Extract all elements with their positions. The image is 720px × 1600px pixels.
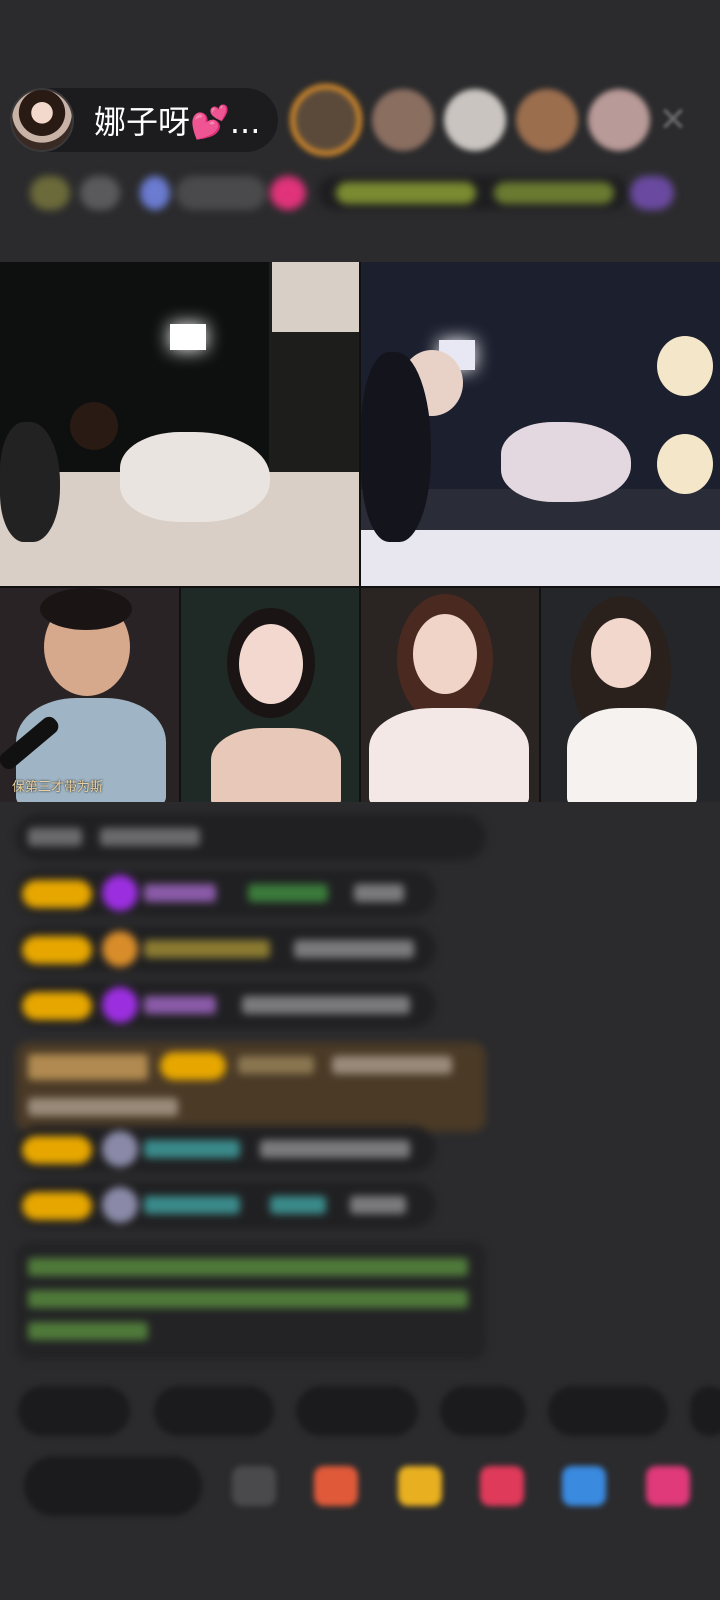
video-tile[interactable]: [541, 588, 720, 802]
quick-replies: [18, 1386, 720, 1436]
close-icon[interactable]: ✕: [655, 102, 691, 138]
gift-icon: [140, 176, 170, 210]
top-bar: 娜子呀💕... ✕: [0, 84, 720, 156]
chat-message: [16, 982, 436, 1028]
video-grid: 保第三才带为斯: [0, 262, 720, 802]
diamond-icon: [102, 987, 138, 1023]
quick-reply-chip[interactable]: [154, 1386, 274, 1436]
comment-input[interactable]: [24, 1456, 202, 1516]
level-badge: [22, 936, 92, 964]
top-viewers: [290, 84, 650, 156]
quick-reply-chip[interactable]: [548, 1386, 668, 1436]
video-tile[interactable]: [181, 588, 359, 802]
chat-message: [16, 870, 436, 916]
chat-message: [16, 814, 486, 860]
chat-list[interactable]: [0, 810, 720, 1360]
rank-text: [176, 176, 266, 210]
tag-text: [494, 182, 614, 204]
avatar: [102, 1187, 138, 1223]
emoji-icon[interactable]: [232, 1466, 276, 1506]
mic-link-icon[interactable]: [562, 1466, 606, 1506]
shop-icon[interactable]: [314, 1466, 358, 1506]
fan-icon: [102, 931, 138, 967]
chat-message: [16, 1182, 436, 1228]
chat-message-highlight: [16, 1042, 486, 1132]
viewer-avatar[interactable]: [588, 89, 650, 151]
share-icon[interactable]: [480, 1466, 524, 1506]
gift-icon[interactable]: [398, 1466, 442, 1506]
rank-icon: [30, 176, 70, 210]
level-badge: [22, 1192, 92, 1220]
rank-row[interactable]: [18, 170, 688, 216]
video-tile[interactable]: [361, 588, 539, 802]
viewer-avatar[interactable]: [372, 89, 434, 151]
system-message: [16, 1242, 486, 1360]
viewer-avatar[interactable]: [444, 89, 506, 151]
quick-reply-chip[interactable]: [18, 1386, 130, 1436]
video-tile[interactable]: 保第三才带为斯: [0, 588, 179, 802]
level-badge: [22, 992, 92, 1020]
avatar: [102, 1131, 138, 1167]
video-caption: 保第三才带为斯: [12, 780, 104, 795]
rank-text: [80, 176, 120, 210]
heart-icon: [270, 176, 306, 210]
level-badge: [22, 880, 92, 908]
viewer-avatar[interactable]: [290, 84, 362, 156]
chat-message: [16, 926, 436, 972]
quick-reply-chip[interactable]: [296, 1386, 418, 1436]
chat-message: [16, 1126, 436, 1172]
bottom-bar: [0, 1452, 720, 1522]
video-tile[interactable]: [0, 262, 359, 586]
quick-reply-chip[interactable]: [440, 1386, 526, 1436]
host-info[interactable]: 娜子呀💕...: [10, 88, 278, 152]
level-badge: [22, 1136, 92, 1164]
viewer-avatar[interactable]: [516, 89, 578, 151]
host-avatar[interactable]: [10, 88, 74, 152]
more-icon: [630, 176, 674, 210]
video-tile[interactable]: [361, 262, 720, 586]
more-icon[interactable]: [646, 1466, 690, 1506]
tag-text: [336, 182, 476, 204]
quick-reply-chip[interactable]: [690, 1386, 720, 1436]
diamond-icon: [102, 875, 138, 911]
host-name[interactable]: 娜子呀💕...: [94, 97, 260, 143]
